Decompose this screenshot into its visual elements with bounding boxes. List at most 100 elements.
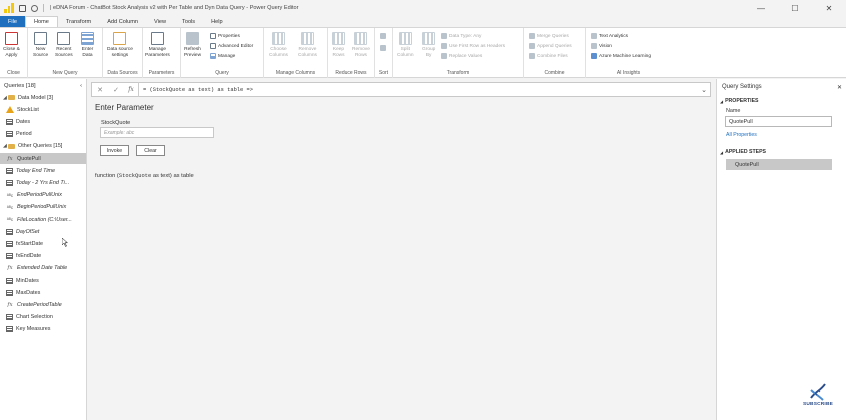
keep-rows-button[interactable]: Keep Rows xyxy=(332,32,345,58)
replace-values-button[interactable]: Replace Values xyxy=(441,52,482,60)
query-group-folder[interactable]: ◢ Other Queries [15] xyxy=(0,141,86,152)
query-list-item[interactable]: fxEndDate xyxy=(0,251,86,262)
stockquote-input[interactable] xyxy=(100,127,214,138)
query-name-input[interactable]: QuotePull xyxy=(725,116,832,127)
maximize-button[interactable]: ☐ xyxy=(778,0,812,16)
combine-files-button[interactable]: Combine Files xyxy=(529,52,568,60)
properties-section-label: PROPERTIES xyxy=(725,98,759,104)
query-list-item[interactable]: Period xyxy=(0,129,86,140)
remove-rows-button[interactable]: Remove Rows xyxy=(352,32,370,58)
tab-add-column[interactable]: Add Column xyxy=(99,16,146,27)
refresh-preview-button[interactable]: Refresh Preview xyxy=(184,32,201,58)
query-list-item[interactable]: fxStartDate xyxy=(0,238,86,249)
data-type-dropdown[interactable]: Data Type: Any xyxy=(441,32,481,40)
collapse-queries-button[interactable]: ‹ xyxy=(80,83,82,89)
subscribe-watermark[interactable]: SUBSCRIBE xyxy=(798,380,838,416)
query-list-item[interactable]: Dates xyxy=(0,116,86,127)
tab-home[interactable]: Home xyxy=(25,16,58,27)
close-apply-button[interactable]: Close & Apply xyxy=(3,32,20,58)
tab-transform[interactable]: Transform xyxy=(58,16,99,27)
query-item-label: Data Model [3] xyxy=(18,94,54,101)
close-window-button[interactable]: ✕ xyxy=(812,0,846,16)
clear-button[interactable]: Clear xyxy=(136,145,165,156)
append-queries-button[interactable]: Append Queries xyxy=(529,42,572,50)
query-list-item[interactable]: ᴬᴮc FileLocation (C:\User... xyxy=(0,214,86,225)
formula-commit-button[interactable]: ✓ xyxy=(108,86,124,94)
query-item-label: fxEndDate xyxy=(16,253,42,260)
formula-expand-chevron-icon[interactable]: ⌄ xyxy=(698,86,710,94)
query-item-label: MinDates xyxy=(16,277,39,284)
properties-label: Properties xyxy=(218,33,240,39)
remove-columns-button[interactable]: Remove Columns xyxy=(298,32,317,58)
function-icon: fx xyxy=(7,155,13,162)
query-list-item[interactable]: DayOfSet xyxy=(0,226,86,237)
text-analytics-button[interactable]: Text Analytics xyxy=(591,32,628,40)
close-settings-button[interactable]: ✕ xyxy=(837,84,842,91)
tab-view[interactable]: View xyxy=(146,16,174,27)
sort-descending-button[interactable] xyxy=(380,44,388,52)
folder-icon xyxy=(8,143,15,149)
collapse-triangle-icon: ◢ xyxy=(720,98,724,104)
save-icon[interactable] xyxy=(19,4,26,12)
query-list-item[interactable]: MaxDates xyxy=(0,287,86,298)
first-row-headers-button[interactable]: Use First Row as Headers xyxy=(441,42,505,50)
query-list-item[interactable]: fx Extended Date Table xyxy=(0,263,86,274)
close-apply-icon xyxy=(4,32,18,45)
ribbon-group-new-query: New Source Recent Sources Enter Data New… xyxy=(28,28,103,78)
query-settings-title: Query Settings xyxy=(722,84,762,90)
query-list-item[interactable]: StockList xyxy=(0,104,86,115)
query-list-item[interactable]: ᴬᴮc EndPeriodPullUnix xyxy=(0,190,86,201)
all-properties-link[interactable]: All Properties xyxy=(726,132,757,138)
undo-icon[interactable] xyxy=(31,4,38,12)
query-list-item[interactable]: MinDates xyxy=(0,275,86,286)
minimize-button[interactable]: — xyxy=(744,0,778,16)
tab-help[interactable]: Help xyxy=(203,16,231,27)
split-column-button[interactable]: Split Column xyxy=(397,32,414,58)
azure-ml-label: Azure Machine Learning xyxy=(599,53,651,59)
query-list-item[interactable]: Today End Time xyxy=(0,165,86,176)
recent-sources-button[interactable]: Recent Sources xyxy=(55,32,73,58)
applied-steps-section-header[interactable]: ◢ APPLIED STEPS xyxy=(720,149,766,155)
append-queries-label: Append Queries xyxy=(537,43,572,49)
tab-file[interactable]: File xyxy=(0,16,25,27)
data-source-settings-button[interactable]: Data source settings xyxy=(107,32,133,58)
ribbon-tabs: File Home Transform Add Column View Tool… xyxy=(0,16,846,27)
query-list-item[interactable]: Today - 2 Yrs End Ti... xyxy=(0,177,86,188)
group-label-close: Close xyxy=(7,70,20,76)
split-column-label-2: Column xyxy=(397,52,414,58)
query-list-item[interactable]: Key Measures xyxy=(0,324,86,335)
choose-columns-button[interactable]: Choose Columns xyxy=(269,32,288,58)
invoke-button[interactable]: Invoke xyxy=(100,145,129,156)
properties-section-header[interactable]: ◢ PROPERTIES xyxy=(720,98,759,104)
applied-step-item[interactable]: QuotePull xyxy=(726,159,832,170)
tab-tools[interactable]: Tools xyxy=(174,16,203,27)
enter-data-button[interactable]: Enter Data xyxy=(81,32,94,58)
manage-query-button[interactable]: Manage xyxy=(210,52,235,60)
azure-ml-button[interactable]: Azure Machine Learning xyxy=(591,52,651,60)
ribbon-group-close: Close & Apply Close xyxy=(0,28,28,78)
group-by-button[interactable]: Group By xyxy=(422,32,435,58)
query-list-item[interactable]: fx QuotePull xyxy=(0,153,86,164)
advanced-editor-button[interactable]: Advanced Editor xyxy=(210,42,253,50)
formula-cancel-button[interactable]: ✕ xyxy=(92,86,108,94)
properties-button[interactable]: Properties xyxy=(210,32,240,40)
query-group-folder[interactable]: ◢ Data Model [3] xyxy=(0,92,86,103)
ribbon-group-manage-columns: Choose Columns Remove Columns Manage Col… xyxy=(264,28,328,78)
merge-queries-button[interactable]: Merge Queries xyxy=(529,32,569,40)
vision-button[interactable]: Vision xyxy=(591,42,612,50)
query-list-item[interactable]: ᴬᴮc BeginPeriodPullUnix xyxy=(0,202,86,213)
query-list-item[interactable]: Chart Selection xyxy=(0,312,86,323)
folder-icon xyxy=(8,95,15,100)
new-source-button[interactable]: New Source xyxy=(33,32,48,58)
table-icon xyxy=(6,131,13,138)
group-by-icon xyxy=(422,32,436,45)
new-source-icon xyxy=(34,32,48,45)
sort-ascending-button[interactable] xyxy=(380,32,388,40)
text-value-icon: ᴬᴮc xyxy=(6,192,14,198)
azure-ml-icon xyxy=(591,53,597,59)
table-icon xyxy=(6,277,13,284)
manage-parameters-button[interactable]: Manage Parameters xyxy=(145,32,170,58)
formula-text[interactable]: = (StockQuote as text) as table => xyxy=(143,87,698,93)
query-list-item[interactable]: fx CreatePeriodTable xyxy=(0,299,86,310)
refresh-label-2: Preview xyxy=(184,52,202,58)
